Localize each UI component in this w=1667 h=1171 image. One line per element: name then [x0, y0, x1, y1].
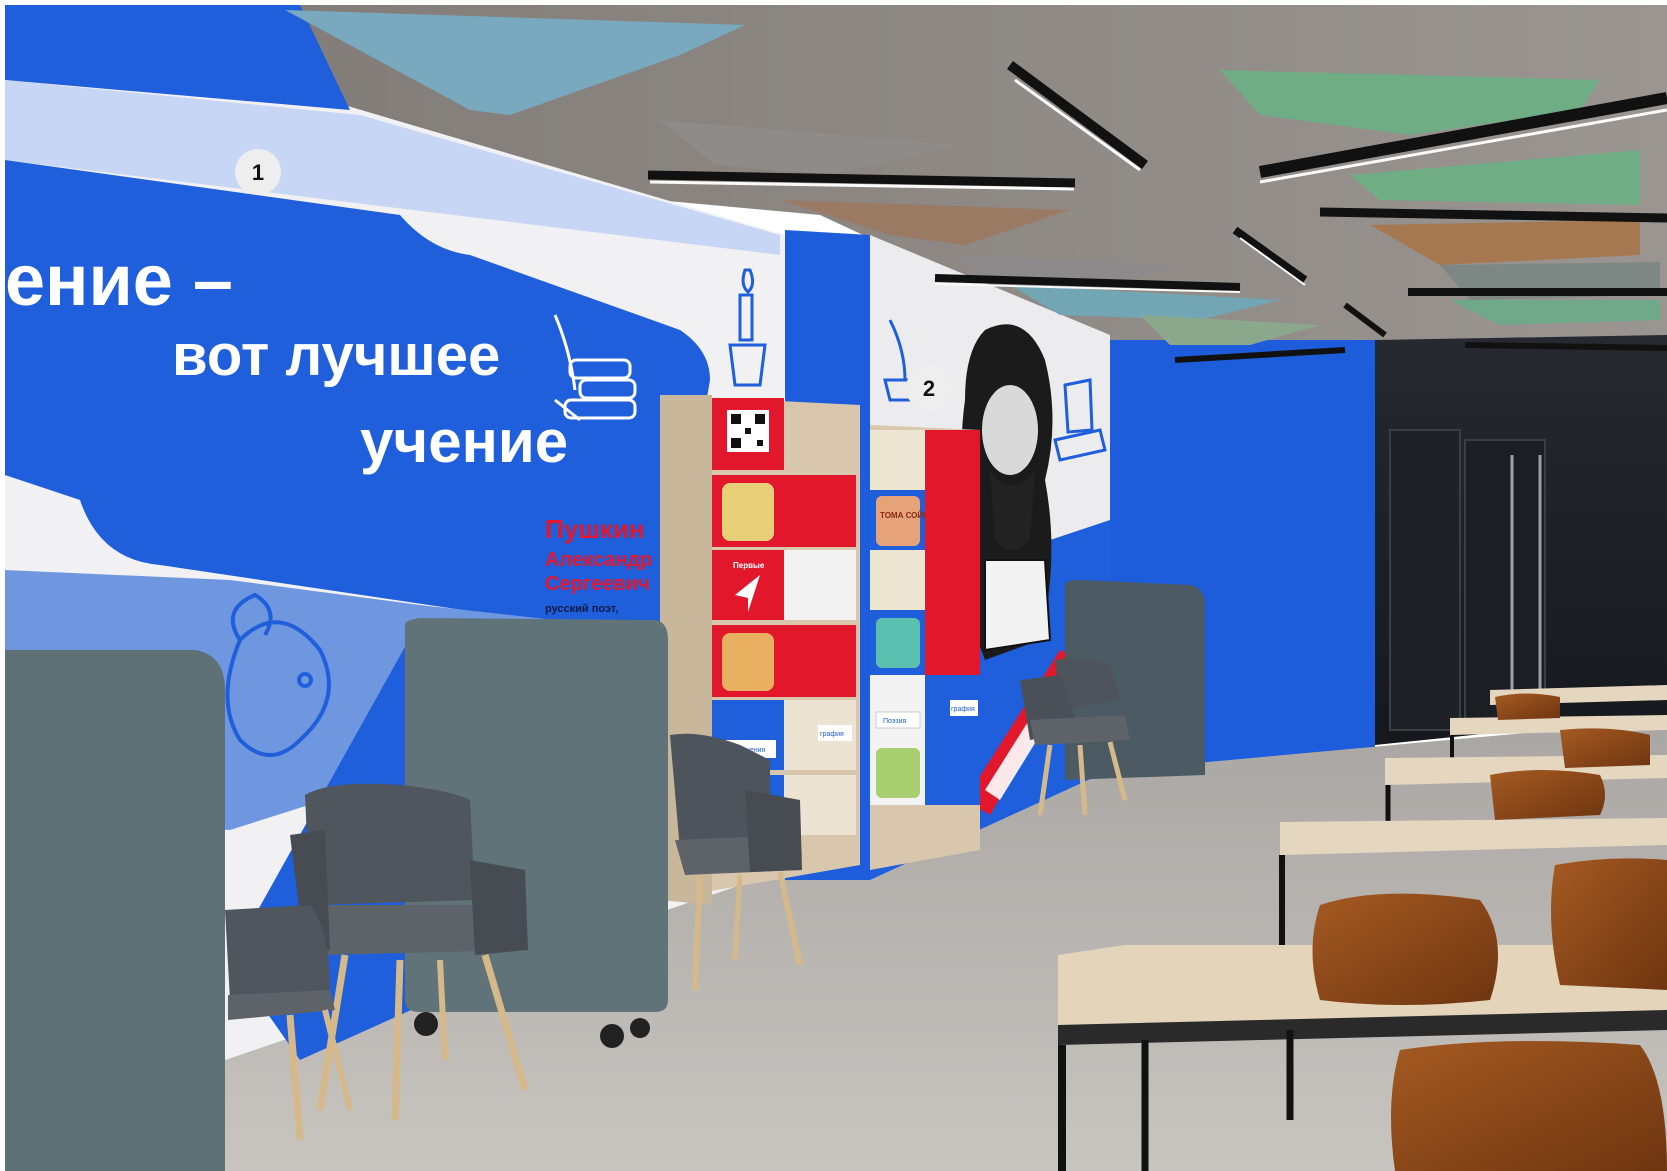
slogan-line-3: учение: [360, 408, 568, 475]
wooden-chair: [1495, 693, 1560, 720]
marker-2-label: 2: [923, 376, 935, 401]
slogan-line-2: вот лучшее: [172, 323, 500, 388]
marker-1-label: 1: [252, 160, 264, 185]
slogan-line-1: ение –: [5, 241, 233, 321]
signature-patronymic: Сергеевич: [545, 573, 650, 595]
booth-wheel: [600, 1024, 624, 1048]
cream-tag-2: графия: [951, 706, 975, 713]
wooden-chair: [1551, 858, 1667, 990]
wooden-chair: [1560, 728, 1650, 768]
glass-door-right: [1464, 439, 1546, 721]
acoustic-booth-left: [5, 650, 225, 1171]
marker-2[interactable]: 2: [906, 365, 952, 411]
wooden-chair: [1312, 893, 1498, 1005]
blue-panel-right-label: Поэзия: [883, 718, 907, 725]
blue-panel-right: [870, 675, 925, 740]
booth-wheel: [630, 1018, 650, 1038]
glass-door-left: [1389, 429, 1461, 731]
frame-top-edge: [0, 0, 1667, 5]
signature-name: Александр: [545, 549, 652, 571]
wooden-chair: [1490, 770, 1605, 820]
cream-tag-1: графия: [820, 731, 844, 738]
frame-left-edge: [0, 0, 5, 1171]
marker-1[interactable]: 1: [235, 149, 281, 195]
signature-surname: Пушкин: [545, 514, 645, 544]
bookshelf-right: ТОМА СОЙЕРА Поэзия графия: [870, 425, 980, 870]
library-interior-scene: ение – вот лучшее учение Пушкин Александ…: [0, 0, 1667, 1171]
red-panel-label: Первые: [733, 561, 765, 570]
booth-wheel: [414, 1012, 438, 1036]
wooden-chair: [1391, 1041, 1667, 1171]
signature-role: русский поэт,: [545, 603, 619, 615]
